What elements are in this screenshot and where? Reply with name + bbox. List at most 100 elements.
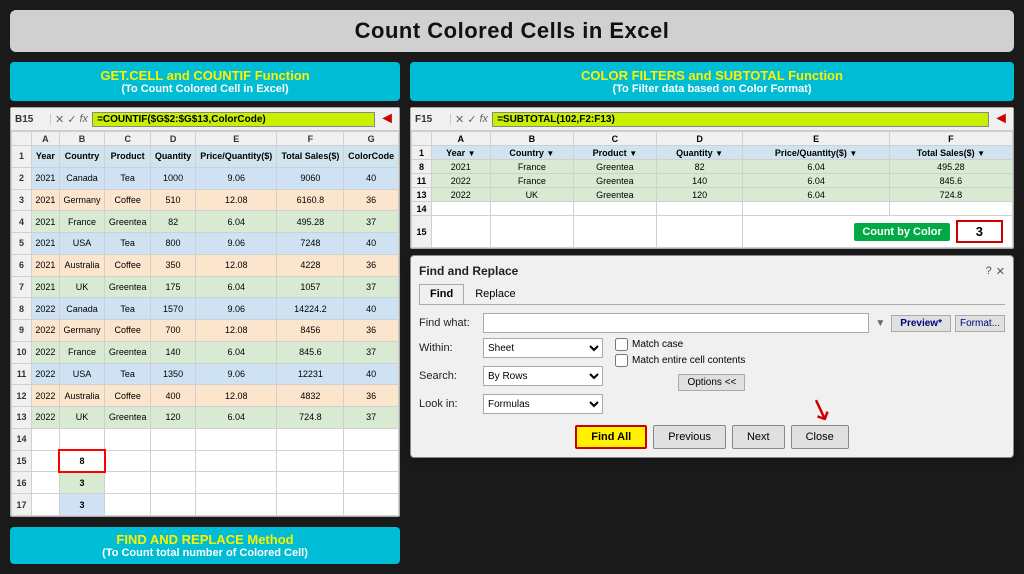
dialog-title: Find and Replace [419,264,518,278]
cell-1-year: Year [32,146,60,168]
count-by-color-value: 3 [956,220,1003,243]
right-col-f: F [889,132,1012,146]
right-col-c: C [574,132,657,146]
search-row: Search: By Rows [419,366,603,386]
col-e-header: E [196,132,277,146]
right-excel-window: F15 ✕ ✓ fx =SUBTOTAL(102,F2:F13) ◄ A B C… [410,107,1014,249]
within-label: Within: [419,342,479,354]
right-formula-bar: F15 ✕ ✓ fx =SUBTOTAL(102,F2:F13) ◄ [411,108,1013,131]
cell-1-country: Country [59,146,104,168]
col-c-header: C [105,132,151,146]
left-cell-ref: B15 [15,114,51,125]
cell-1-price: Price/Quantity($) [196,146,277,168]
cell-b15: 8 [59,450,104,472]
row-num-header [12,132,32,146]
col-g-header: G [344,132,399,146]
left-excel-window: B15 ✕ ✓ fx =COUNTIF($G$2:$G$13,ColorCode… [10,107,400,517]
find-all-button[interactable]: Find All [575,425,647,449]
table-row: 3 2021GermanyCoffee 51012.086160.836 [12,189,399,211]
formula-left-arrow: ◄ [379,110,395,128]
format-button[interactable]: Format... [955,315,1005,332]
page-title: Count Colored Cells in Excel [10,18,1014,44]
right-row-header [412,132,432,146]
search-dropdown[interactable]: By Rows [483,366,603,386]
find-what-label: Find what: [419,317,479,329]
within-dropdown[interactable]: Sheet [483,338,603,358]
bottom-left-title: FIND AND REPLACE Method [20,532,390,547]
match-case-label: Match case [632,339,683,350]
right-section-title: COLOR FILTERS and SUBTOTAL Function [420,68,1004,83]
find-what-row: Find what: ▼ Preview* Format... [419,313,1005,333]
right-section-header: COLOR FILTERS and SUBTOTAL Function (To … [410,62,1014,101]
find-replace-dialog: Find and Replace ? ✕ Find Replace Find w… [410,255,1014,458]
bottom-left-section-header: FIND AND REPLACE Method (To Count total … [10,527,400,564]
right-table-row-11: 11 2022FranceGreentea 1406.04845.6 [412,174,1013,188]
right-col-e: E [743,132,889,146]
table-row: 2 2021CanadaTea 10009.06906040 [12,167,399,189]
match-entire-checkbox[interactable] [615,354,628,367]
right-formula-input[interactable]: =SUBTOTAL(102,F2:F13) [492,112,989,127]
table-row: 6 2021AustraliaCoffee 35012.08422836 [12,254,399,276]
right-formula-icons: ✕ ✓ fx [455,113,488,126]
next-button[interactable]: Next [732,425,785,449]
table-row: 5 2021USATea 8009.06724840 [12,233,399,255]
options-button[interactable]: Options << [678,374,745,391]
tab-find[interactable]: Find [419,284,464,304]
table-row: 4 2021FranceGreentea 826.04495.2837 [12,211,399,233]
right-col-b: B [490,132,573,146]
table-row: 17 3 [12,494,399,516]
dialog-tabs: Find Replace [419,284,1005,305]
table-row: 9 2022GermanyCoffee 70012.08845636 [12,320,399,342]
row-header-1: 1 [12,146,32,168]
left-section-subtitle: (To Count Colored Cell in Excel) [20,83,390,95]
bottom-left-subtitle: (To Count total number of Colored Cell) [20,547,390,559]
table-row: 13 2022UKGreentea 1206.04724.837 [12,407,399,429]
formula-icons: ✕ ✓ fx [55,113,88,126]
left-formula-bar: B15 ✕ ✓ fx =COUNTIF($G$2:$G$13,ColorCode… [11,108,399,131]
look-in-row: Look in: Formulas [419,394,603,414]
col-b-header: B [59,132,104,146]
dialog-bottom-buttons: Find All Previous Next Close [419,425,1005,449]
col-d-header: D [151,132,196,146]
right-formula-arrow: ◄ [993,110,1009,128]
table-row: 10 2022FranceGreentea 1406.04845.637 [12,341,399,363]
right-table-row-15: 15 Count by Color 3 [412,216,1013,248]
look-in-label: Look in: [419,398,479,410]
table-row: 7 2021UKGreentea 1756.04105737 [12,276,399,298]
dialog-close-button[interactable]: ✕ [996,265,1005,278]
right-section-subtitle: (To Filter data based on Color Format) [420,83,1004,95]
search-label: Search: [419,370,479,382]
right-table-header-row: 1 Year ▼ Country ▼ Product ▼ Quantity ▼ … [412,146,1013,160]
find-what-input[interactable] [483,313,869,333]
dialog-help-button[interactable]: ? [986,265,992,277]
previous-button[interactable]: Previous [653,425,726,449]
table-row-15: 15 8 [12,450,399,472]
cell-1-qty: Quantity [151,146,196,168]
preview-button[interactable]: Preview* [891,315,951,332]
right-table-row-8: 8 2021FranceGreentea 826.04495.28 [412,160,1013,174]
col-a-header: A [32,132,60,146]
tab-replace[interactable]: Replace [464,284,526,304]
table-row: 14 [12,428,399,450]
col-f-header: F [277,132,344,146]
left-section-header: GET.CELL and COUNTIF Function (To Count … [10,62,400,101]
title-bar: Count Colored Cells in Excel [10,10,1014,52]
match-entire-label: Match entire cell contents [632,355,745,366]
within-row: Within: Sheet [419,338,603,358]
right-spreadsheet-table: A B C D E F 1 Year ▼ Country ▼ [411,131,1013,248]
table-row: 8 2022CanadaTea 15709.0614224.240 [12,298,399,320]
match-case-checkbox[interactable] [615,338,628,351]
right-col-a: A [432,132,491,146]
look-in-dropdown[interactable]: Formulas [483,394,603,414]
close-button[interactable]: Close [791,425,849,449]
cell-1-sales: Total Sales($) [277,146,344,168]
left-spreadsheet-table: A B C D E F G 1 Year Count [11,131,399,516]
cell-1-product: Product [105,146,151,168]
table-row: 11 2022USATea 13509.061223140 [12,363,399,385]
left-formula-input[interactable]: =COUNTIF($G$2:$G$13,ColorCode) [92,112,375,127]
dropdown-arrow: ▼ [875,318,885,329]
checkbox-group: Match case Match entire cell contents Op… [615,338,745,419]
match-entire-row: Match entire cell contents [615,354,745,367]
table-row: 12 2022AustraliaCoffee 40012.08483236 [12,385,399,407]
right-col-d: D [656,132,743,146]
